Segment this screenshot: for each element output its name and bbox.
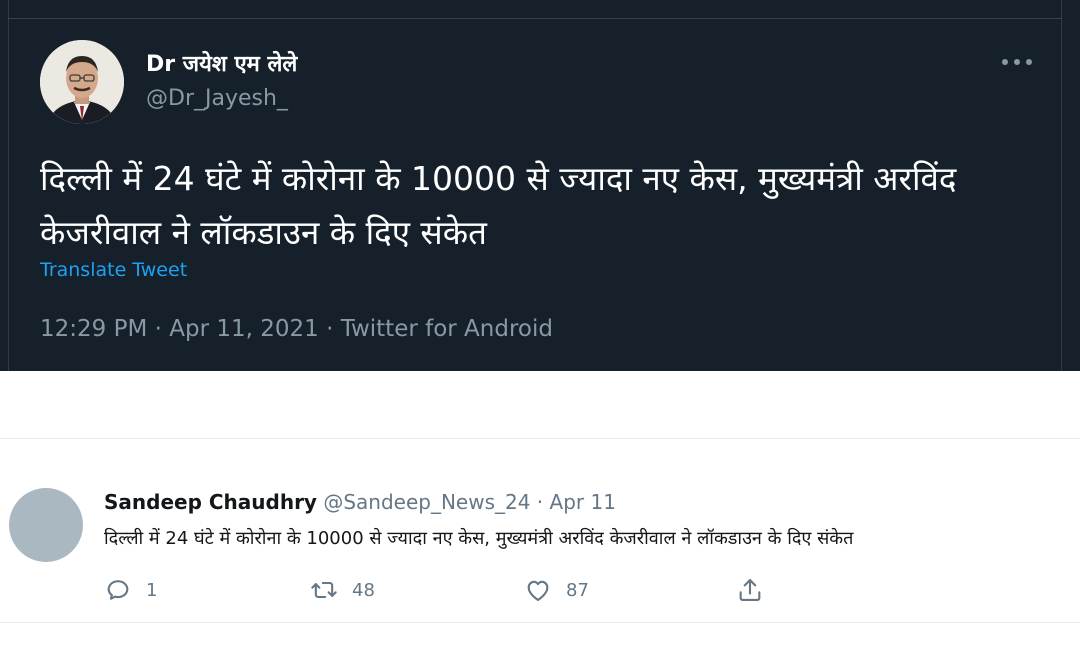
quoted-tweet-card: Dr जयेश एम लेले @Dr_Jayesh_ दिल्ली में 2…	[0, 0, 1080, 371]
reply-display-name[interactable]: Sandeep Chaudhry	[104, 490, 317, 514]
reply-separator: ·	[530, 490, 550, 514]
share-icon	[739, 579, 761, 601]
avatar[interactable]	[40, 40, 124, 124]
like-button[interactable]: 87	[524, 574, 589, 606]
tweet-source[interactable]: Twitter for Android	[341, 316, 553, 342]
tweet-date[interactable]: Apr 11, 2021	[169, 316, 319, 342]
retweet-button[interactable]: 48	[310, 574, 375, 606]
reply-divider-top	[0, 438, 1080, 439]
reply-button[interactable]: 1	[104, 574, 157, 606]
tweet-time[interactable]: 12:29 PM	[40, 316, 147, 342]
share-button[interactable]	[736, 574, 764, 606]
reply-divider-bottom	[0, 622, 1080, 623]
reply-icon	[107, 580, 129, 600]
card-border-left	[8, 0, 9, 371]
author-display-name[interactable]: Dr जयेश एम लेले	[146, 48, 297, 78]
reply-count: 1	[146, 579, 158, 601]
retweet-count: 48	[352, 579, 375, 601]
heart-icon	[527, 580, 549, 601]
card-border-right	[1061, 0, 1062, 371]
reply-handle[interactable]: @Sandeep_News_24	[323, 490, 530, 514]
translate-tweet-link[interactable]: Translate Tweet	[40, 259, 187, 281]
meta-separator: ·	[147, 316, 170, 342]
tweet-meta: 12:29 PM · Apr 11, 2021 · Twitter for An…	[40, 316, 553, 342]
retweet-icon	[311, 581, 337, 599]
reply-tweet-text: दिल्ली में 24 घंटे में कोरोना के 10000 स…	[104, 528, 854, 549]
reply-avatar[interactable]	[9, 488, 83, 562]
reply-date[interactable]: Apr 11	[550, 490, 616, 514]
reply-header: Sandeep Chaudhry @Sandeep_News_24 · Apr …	[104, 490, 616, 514]
card-divider	[8, 18, 1062, 19]
author-handle[interactable]: @Dr_Jayesh_	[146, 86, 288, 111]
more-horizontal-icon[interactable]	[1002, 50, 1032, 74]
avatar-portrait-icon	[40, 40, 124, 124]
tweet-text: दिल्ली में 24 घंटे में कोरोना के 10000 स…	[40, 159, 957, 252]
meta-separator: ·	[318, 316, 341, 342]
like-count: 87	[566, 579, 589, 601]
